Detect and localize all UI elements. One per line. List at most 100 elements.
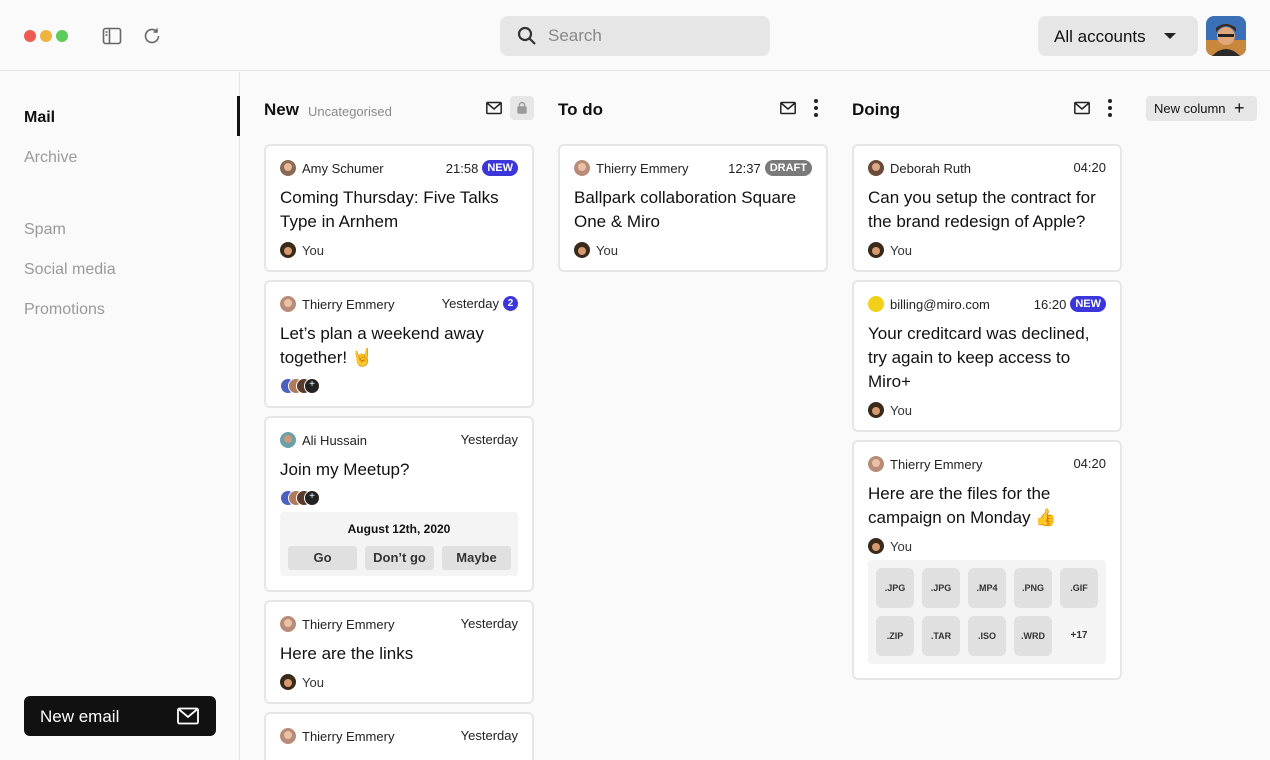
lock-icon[interactable] (510, 96, 534, 120)
time-text: 04:20 (1073, 456, 1106, 471)
attachment-file[interactable]: .ISO (968, 616, 1006, 656)
rsvp-dont-go-button[interactable]: Don’t go (365, 546, 434, 570)
card-sender: Thierry Emmery (280, 728, 394, 744)
sender-name: Thierry Emmery (890, 456, 983, 472)
time-text: Yesterday (460, 728, 518, 743)
envelope-icon (177, 707, 199, 725)
mail-icon[interactable] (780, 101, 796, 115)
recipient-avatar (280, 674, 296, 690)
column-title: To do (558, 100, 603, 119)
attachments: .JPG .JPG .MP4 .PNG .GIF .ZIP .TAR .ISO … (868, 560, 1106, 664)
sender-avatar (280, 616, 296, 632)
card-sender: Amy Schumer (280, 160, 384, 176)
card-recipient: You (280, 674, 324, 690)
participant-avatars: + (280, 490, 340, 506)
sidebar-item-mail[interactable]: Mail (24, 109, 55, 127)
close-window-button[interactable] (24, 30, 36, 42)
attachment-file[interactable]: .TAR (922, 616, 960, 656)
new-column-button[interactable]: New column + (1146, 96, 1257, 121)
user-avatar[interactable] (1206, 16, 1246, 56)
sidebar-toggle-icon[interactable] (102, 26, 122, 46)
sidebar-item-social-media[interactable]: Social media (24, 261, 116, 279)
sender-name: Thierry Emmery (302, 296, 395, 312)
sender-name: Thierry Emmery (302, 728, 395, 744)
search-input[interactable] (548, 16, 758, 56)
email-card[interactable]: Thierry Emmery 04:20 Here are the files … (852, 440, 1122, 680)
more-options-icon[interactable] (812, 99, 820, 117)
attachment-file[interactable]: .MP4 (968, 568, 1006, 608)
column-subtitle: Uncategorised (308, 104, 392, 119)
recipient-name: You (596, 242, 618, 258)
sidebar-item-spam[interactable]: Spam (24, 221, 66, 239)
email-card[interactable]: Thierry Emmery Yesterday 2 Let’s plan a … (264, 280, 534, 408)
more-participants-icon: + (304, 490, 320, 506)
sender-avatar (280, 160, 296, 176)
time-text: 12:37 (728, 160, 761, 176)
more-attachments[interactable]: +17 (1060, 616, 1098, 656)
column-title: Doing (852, 100, 901, 119)
sender-name: Thierry Emmery (302, 616, 395, 632)
sender-name: Ali Hussain (302, 432, 368, 448)
card-sender: Deborah Ruth (868, 160, 971, 176)
email-card[interactable]: Amy Schumer 21:58 NEW Coming Thursday: F… (264, 144, 534, 272)
account-selector-label: All accounts (1054, 27, 1146, 46)
mail-icon[interactable] (1074, 101, 1090, 115)
maximize-window-button[interactable] (56, 30, 68, 42)
email-card[interactable]: billing@miro.com 16:20 NEW Your creditca… (852, 280, 1122, 432)
sender-avatar (868, 456, 884, 472)
recipient-name: You (302, 674, 324, 690)
sender-avatar (868, 296, 884, 312)
email-card[interactable]: Ali Hussain Yesterday Join my Meetup? + … (264, 416, 534, 592)
email-card[interactable]: Thierry Emmery 12:37 DRAFT Ballpark coll… (558, 144, 828, 272)
card-recipient: You (574, 242, 618, 258)
sender-avatar (868, 160, 884, 176)
card-sender: billing@miro.com (868, 296, 990, 312)
card-recipient: You (868, 242, 912, 258)
attachment-file[interactable]: .PNG (1014, 568, 1052, 608)
recipient-avatar (574, 242, 590, 258)
new-email-button[interactable]: New email (24, 696, 216, 736)
attachment-file[interactable]: .ZIP (876, 616, 914, 656)
account-selector-dropdown[interactable]: All accounts (1038, 16, 1198, 56)
attachment-file[interactable]: .GIF (1060, 568, 1098, 608)
top-bar: All accounts (0, 0, 1270, 71)
new-badge: NEW (482, 160, 518, 176)
sidebar-item-archive[interactable]: Archive (24, 149, 77, 167)
more-options-icon[interactable] (1106, 99, 1114, 117)
event-rsvp: August 12th, 2020 Go Don’t go Maybe (280, 512, 518, 576)
email-card[interactable]: Deborah Ruth 04:20 Can you setup the con… (852, 144, 1122, 272)
time-text: Yesterday (460, 616, 518, 631)
event-date: August 12th, 2020 (347, 522, 451, 536)
minimize-window-button[interactable] (40, 30, 52, 42)
recipient-name: You (890, 242, 912, 258)
sidebar-item-promotions[interactable]: Promotions (24, 301, 105, 319)
card-subject: Here are the links (280, 644, 414, 663)
rsvp-maybe-button[interactable]: Maybe (442, 546, 511, 570)
recipient-name: You (890, 402, 912, 418)
new-badge: NEW (1070, 296, 1106, 312)
email-card[interactable]: Thierry Emmery Yesterday Here are the li… (264, 600, 534, 704)
sender-name: Deborah Ruth (890, 160, 971, 176)
more-participants-icon: + (304, 378, 320, 394)
mail-icon[interactable] (486, 101, 502, 115)
search-bar[interactable] (500, 16, 770, 56)
sender-name: billing@miro.com (890, 296, 990, 312)
attachment-file[interactable]: .JPG (876, 568, 914, 608)
email-card[interactable]: Thierry Emmery Yesterday (264, 712, 534, 760)
attachment-file[interactable]: .WRD (1014, 616, 1052, 656)
card-subject: Ballpark collaboration Square One & Miro (574, 188, 797, 231)
recipient-avatar (868, 242, 884, 258)
refresh-icon[interactable] (142, 26, 162, 46)
rsvp-go-button[interactable]: Go (288, 546, 357, 570)
sender-avatar (280, 432, 296, 448)
card-time: 21:58 NEW (446, 160, 518, 176)
column-title: New (264, 100, 299, 119)
new-column-label: New column (1154, 101, 1226, 116)
draft-badge: DRAFT (764, 160, 812, 176)
attachment-file[interactable]: .JPG (922, 568, 960, 608)
thread-count-badge: 2 (503, 296, 518, 311)
card-subject: Here are the files for the campaign on M… (868, 484, 1057, 527)
recipient-avatar (868, 538, 884, 554)
card-sender: Thierry Emmery (280, 296, 394, 312)
recipient-name: You (302, 242, 324, 258)
